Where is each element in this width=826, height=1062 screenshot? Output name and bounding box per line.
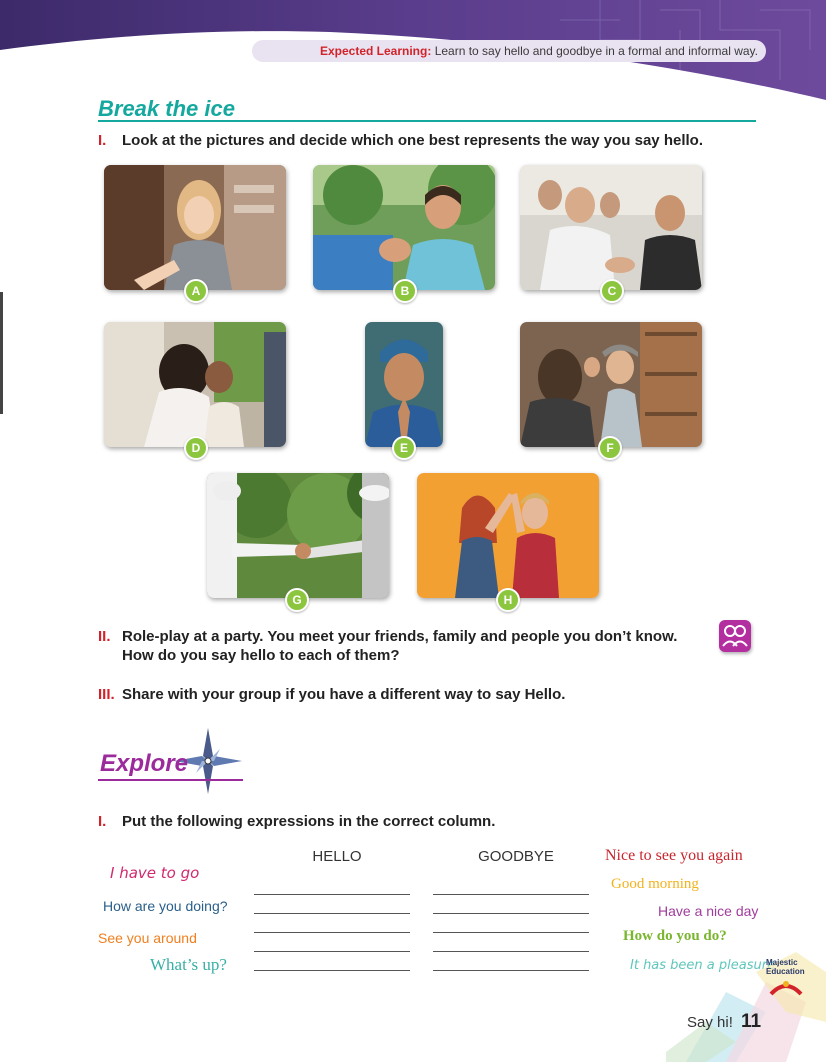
- expression: Have a nice day: [658, 903, 759, 919]
- question-3: III. Share with your group if you have a …: [98, 685, 565, 704]
- hello-answer-line[interactable]: [254, 913, 410, 914]
- hello-answer-line[interactable]: [254, 894, 410, 895]
- photo-label-b: B: [393, 279, 417, 303]
- question-1: I. Look at the pictures and decide which …: [98, 131, 703, 150]
- question-text: Share with your group if you have a diff…: [122, 686, 566, 703]
- photo-label-e: E: [392, 436, 416, 460]
- goodbye-answer-line[interactable]: [433, 894, 589, 895]
- expression: How are you doing?: [103, 898, 228, 914]
- break-the-ice-title: Break the ice: [98, 96, 235, 121]
- goodbye-answer-line[interactable]: [433, 913, 589, 914]
- photo-h-couple-high-five: [417, 473, 599, 598]
- expression: What’s up?: [150, 955, 227, 974]
- expected-learning-label: Expected Learning:: [319, 44, 432, 58]
- logo-text: Majestic Education: [766, 958, 805, 976]
- expected-learning-banner: Expected Learning: Learn to say hello an…: [252, 40, 766, 62]
- question-number: I.: [98, 813, 107, 830]
- question-number: III.: [98, 686, 115, 703]
- photo-label-a: A: [184, 279, 208, 303]
- expected-learning-text: Learn to say hello and goodbye in a form…: [434, 44, 758, 58]
- photo-a-handshake-woman: [104, 165, 286, 290]
- photo-e-namaste-greeting: [365, 322, 443, 447]
- goodbye-answer-line[interactable]: [433, 951, 589, 952]
- photo-label-h: H: [496, 588, 520, 612]
- question-text: Put the following expressions in the cor…: [122, 813, 496, 830]
- column-header-goodbye: GOODBYE: [478, 848, 554, 865]
- goodbye-answer-line[interactable]: [433, 932, 589, 933]
- hello-answer-line[interactable]: [254, 951, 410, 952]
- column-header-hello: HELLO: [312, 848, 362, 865]
- group-work-icon: [719, 620, 751, 652]
- expression: I have to go: [110, 864, 200, 882]
- photo-b-men-handshake: [313, 165, 495, 290]
- title-underline: [98, 120, 756, 122]
- explore-underline: [98, 779, 243, 781]
- photo-c-business-handshake: [520, 165, 702, 290]
- photo-f-high-five: [520, 322, 702, 447]
- chapter-title: Say hi!: [687, 1014, 733, 1031]
- hello-answer-line[interactable]: [254, 970, 410, 971]
- page-edge-marker: [0, 292, 3, 414]
- photo-label-g: G: [285, 588, 309, 612]
- logo-mark-icon: [769, 981, 803, 996]
- photo-label-d: D: [184, 436, 208, 460]
- question-2: II. Role-play at a party. You meet your f…: [98, 627, 677, 665]
- explore-question-1: I. Put the following expressions in the c…: [98, 812, 495, 831]
- photo-d-women-hugging: [104, 322, 286, 447]
- expression: How do you do?: [623, 928, 727, 944]
- photo-g-fist-bump-golfers: [207, 473, 389, 598]
- expression: See you around: [98, 930, 197, 946]
- expression: Nice to see you again: [605, 847, 743, 864]
- expression: Good morning: [611, 876, 699, 892]
- question-text-line-2: How do you say hello to each of them?: [122, 647, 400, 664]
- question-text: Look at the pictures and decide which on…: [122, 132, 703, 149]
- explore-title: Explore: [100, 750, 189, 777]
- hello-answer-line[interactable]: [254, 932, 410, 933]
- question-text-line-1: Role-play at a party. You meet your frie…: [122, 628, 678, 645]
- photo-label-f: F: [598, 436, 622, 460]
- goodbye-answer-line[interactable]: [433, 970, 589, 971]
- photo-label-c: C: [600, 279, 624, 303]
- question-number: II.: [98, 628, 111, 645]
- majestic-education-logo: Majestic Education: [766, 958, 826, 998]
- page-number: 11: [741, 1011, 762, 1032]
- question-number: I.: [98, 132, 107, 149]
